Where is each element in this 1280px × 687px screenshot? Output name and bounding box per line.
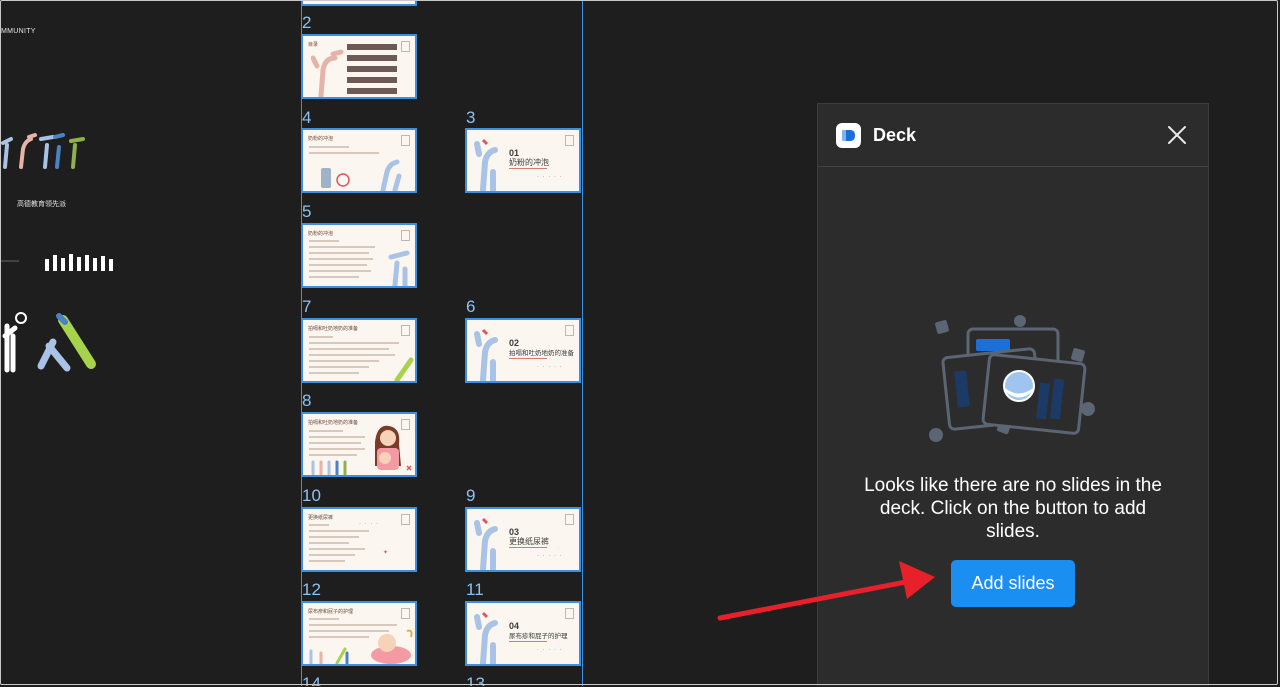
slide-number: 14 — [302, 674, 321, 686]
close-icon[interactable] — [1164, 122, 1190, 148]
crowd-illustration — [1, 254, 113, 271]
slide-number: 3 — [466, 108, 476, 127]
slide-title: 奶粉的冲泡 — [308, 136, 334, 142]
slide-logo — [565, 514, 574, 525]
section-title: 拍嗝和吐奶地奶的准备 — [509, 350, 574, 357]
figure-illustration — [311, 49, 344, 97]
figure-illustration — [474, 328, 498, 381]
section-border — [582, 1, 583, 686]
slide-title: 拍嗝和吐奶地奶的准备 — [308, 420, 359, 426]
slide-title: 拍嗝和吐奶地奶的准备 — [308, 326, 359, 332]
slide-number: 4 — [302, 108, 312, 127]
mother-baby-illustration — [375, 425, 412, 471]
slide-logo — [565, 135, 574, 146]
slide-logo — [401, 230, 410, 241]
people-illustration — [1, 133, 85, 169]
person-pencil-illustration — [2, 312, 96, 373]
slide-thumbnail[interactable]: 02 拍嗝和吐奶地奶的准备 · · · · · — [465, 318, 581, 383]
slide-thumbnail[interactable]: 01 奶粉的冲泡 · · · · · — [465, 128, 581, 193]
empty-deck-illustration — [929, 315, 1095, 442]
slide-thumbnail[interactable]: 拍嗝和吐奶地奶的准备 — [301, 412, 417, 477]
slide-thumbnail[interactable]: 奶粉的冲泡 — [301, 223, 417, 288]
slide-thumbnail[interactable]: 目录 — [301, 34, 417, 99]
slide-title: 更换纸尿裤 — [308, 515, 334, 521]
pencil-illustration — [394, 357, 414, 381]
slide-number: 8 — [302, 391, 312, 410]
slide-logo — [401, 41, 410, 52]
people-row-illustration — [311, 460, 347, 475]
slide-number: 2 — [302, 13, 312, 32]
figure-illustration — [388, 250, 410, 286]
slide-thumbnail[interactable]: 更换纸尿裤 · · · · ✦ — [301, 507, 417, 572]
section-title: 尿布疹和屁子的护理 — [509, 633, 568, 640]
slide-logo — [565, 608, 574, 619]
people-row-illustration — [309, 647, 349, 664]
figure-illustration — [474, 138, 498, 191]
slide-thumbnail[interactable]: 拍嗝和吐奶地奶的准备 — [301, 318, 417, 383]
slide-thumbnail[interactable]: 04 尿布疹和屁子的护理 · · · · · — [465, 601, 581, 666]
empty-state-message: Looks like there are no slides in the de… — [864, 475, 1162, 542]
slide-logo — [401, 514, 410, 525]
slide-title: 尿布疹和屁子的护理 — [308, 609, 354, 615]
slide-number: 9 — [466, 486, 476, 505]
slide-thumbnail[interactable]: 奶粉的冲泡 — [301, 128, 417, 193]
community-text: MMUNITY — [1, 28, 36, 35]
slide-thumbnail[interactable]: 03 更换纸尿裤 · · · · · — [465, 507, 581, 572]
deck-panel-header: Deck — [818, 104, 1208, 167]
slide-logo — [401, 325, 410, 336]
slide-number: 10 — [302, 486, 321, 505]
deck-logo-icon — [836, 123, 861, 148]
content-illustration — [321, 159, 402, 191]
edu-label: 高德教育领先派 — [17, 201, 66, 208]
deck-panel: Deck Looks like there are no slides in t… — [817, 103, 1209, 686]
slide-thumbnail[interactable]: 尿布疹和屁子的护理 — [301, 601, 417, 666]
slide-number: 13 — [466, 674, 485, 686]
figma-canvas[interactable]: MMUNITY 高德教育领先派 2 目录 4 奶粉的冲泡 3 01 奶粉的冲泡 … — [1, 1, 1278, 686]
slide-number: 11 — [466, 580, 484, 599]
slide-logo — [401, 608, 410, 619]
figure-illustration — [474, 517, 498, 570]
slide-logo — [401, 135, 410, 146]
section-title: 奶粉的冲泡 — [509, 158, 549, 167]
figure-illustration — [474, 611, 498, 664]
slide-number: 12 — [302, 580, 321, 599]
add-slides-button[interactable]: Add slides — [951, 560, 1075, 607]
deck-title: Deck — [873, 125, 917, 145]
slide-title: 目录 — [308, 42, 319, 48]
slide-number: 7 — [302, 297, 312, 316]
slide-logo — [401, 419, 410, 430]
slide-thumbnail[interactable] — [301, 1, 417, 6]
slide-logo — [565, 325, 574, 336]
section-title: 更换纸尿裤 — [509, 537, 549, 546]
baby-illustration — [371, 629, 413, 664]
slide-number: 5 — [302, 202, 312, 221]
slide-title: 奶粉的冲泡 — [308, 231, 334, 237]
slide-number: 6 — [466, 297, 476, 316]
